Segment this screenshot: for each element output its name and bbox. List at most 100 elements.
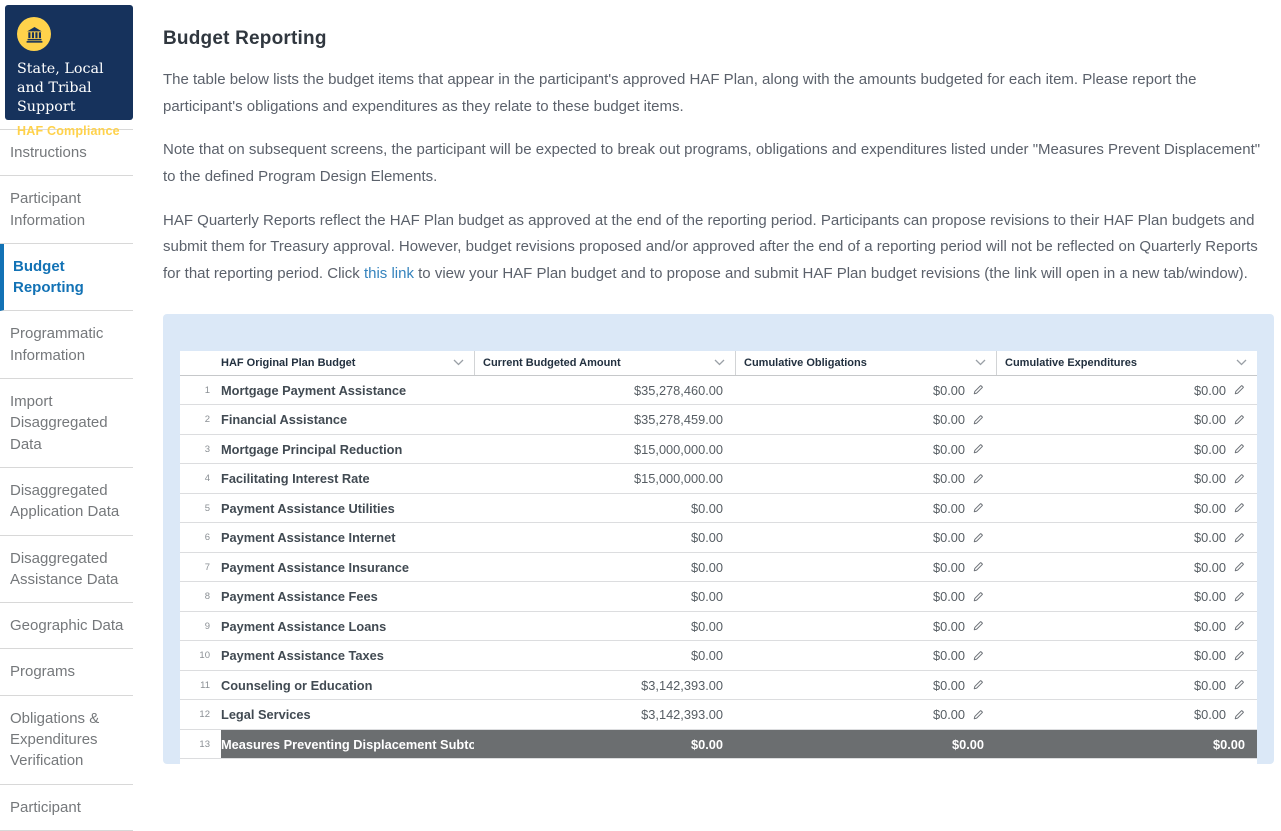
column-header-cumulative-obligations[interactable]: Cumulative Obligations [735,351,996,375]
main-content: Budget Reporting The table below lists t… [133,0,1281,743]
sidebar-item-programs[interactable]: Programs [0,649,133,695]
edit-icon[interactable] [1233,532,1245,544]
sidebar-item-label: Import Disaggregated Data [10,393,108,453]
edit-icon[interactable] [1233,709,1245,721]
table-row: 8 Payment Assistance Fees $0.00 $0.00 $0… [180,582,1257,612]
sidebar-item-budget-reporting[interactable]: Budget Reporting [0,244,133,312]
sidebar-item-label: Obligations & Expenditures Verification [10,710,99,770]
sidebar-item-geographic-data[interactable]: Geographic Data [0,603,133,649]
edit-icon[interactable] [972,532,984,544]
row-number: 10 [180,641,221,670]
sidebar-item-participant[interactable]: Participant [0,785,133,831]
budget-item-name: Facilitating Interest Rate [221,464,474,493]
sidebar-item-programmatic-information[interactable]: Programmatic Information [0,311,133,379]
row-number: 11 [180,671,221,700]
cumulative-expenditures-value: $0.00 [1194,501,1226,516]
edit-icon[interactable] [972,502,984,514]
cumulative-obligations-cell: $0.00 [735,523,996,552]
cumulative-obligations-value: $0.00 [933,442,965,457]
chevron-down-icon[interactable] [1236,359,1247,366]
cumulative-expenditures-value: $0.00 [1194,678,1226,693]
cumulative-expenditures-value: $0.00 [1194,412,1226,427]
table-row: 9 Payment Assistance Loans $0.00 $0.00 $… [180,612,1257,642]
app-name: HAF Compliance [17,124,123,138]
edit-icon[interactable] [1233,443,1245,455]
edit-icon[interactable] [972,414,984,426]
cumulative-expenditures-cell: $0.00 [996,376,1257,405]
edit-icon[interactable] [972,650,984,662]
table-row: 10 Payment Assistance Taxes $0.00 $0.00 … [180,641,1257,671]
edit-icon[interactable] [972,709,984,721]
cumulative-expenditures-value: $0.00 [1194,383,1226,398]
cumulative-obligations-value: $0.00 [933,707,965,722]
edit-icon[interactable] [972,679,984,691]
current-budgeted-amount: $0.00 [474,612,735,641]
cumulative-obligations-cell: $0.00 [735,553,996,582]
sidebar-item-obligations-expenditures-verification[interactable]: Obligations & Expenditures Verification [0,696,133,785]
cumulative-obligations-cell: $0.00 [735,376,996,405]
row-number: 9 [180,612,221,641]
column-header-cumulative-expenditures[interactable]: Cumulative Expenditures [996,351,1257,375]
cumulative-obligations-cell: $0.00 [735,612,996,641]
edit-icon[interactable] [972,561,984,573]
cumulative-expenditures-cell: $0.00 [996,553,1257,582]
current-budgeted-amount: $0.00 [474,553,735,582]
cumulative-expenditures-value: $0.00 [1194,707,1226,722]
edit-icon[interactable] [972,443,984,455]
current-budgeted-amount: $3,142,393.00 [474,671,735,700]
edit-icon[interactable] [1233,561,1245,573]
column-header-haf-original-plan-budget[interactable]: HAF Original Plan Budget [180,351,474,375]
edit-icon[interactable] [1233,679,1245,691]
budget-item-name: Legal Services [221,700,474,729]
sidebar-item-label: Geographic Data [10,617,123,634]
edit-icon[interactable] [972,384,984,396]
chevron-down-icon[interactable] [714,359,725,366]
cumulative-obligations-value: $0.00 [933,383,965,398]
row-number: 2 [180,405,221,434]
edit-icon[interactable] [972,473,984,485]
budget-item-name: Payment Assistance Fees [221,582,474,611]
sidebar-item-disaggregated-application-data[interactable]: Disaggregated Application Data [0,468,133,536]
table-header-row: HAF Original Plan Budget Current Budgete… [180,351,1257,376]
current-budgeted-amount: $0.00 [474,730,735,759]
edit-icon[interactable] [1233,384,1245,396]
current-budgeted-amount: $35,278,459.00 [474,405,735,434]
cumulative-obligations-value: $0.00 [933,412,965,427]
current-budgeted-amount: $0.00 [474,582,735,611]
budget-table: HAF Original Plan Budget Current Budgete… [180,351,1257,764]
sidebar-item-participant-information[interactable]: Participant Information [0,176,133,244]
current-budgeted-amount: $3,142,393.00 [474,700,735,729]
edit-icon[interactable] [972,620,984,632]
current-budgeted-amount: $35,278,460.00 [474,376,735,405]
row-number: 1 [180,376,221,405]
chevron-down-icon[interactable] [453,359,464,366]
row-number: 3 [180,435,221,464]
edit-icon[interactable] [1233,502,1245,514]
cumulative-expenditures-cell: $0.00 [996,700,1257,729]
cumulative-obligations-value: $0.00 [933,678,965,693]
column-header-current-budgeted-amount[interactable]: Current Budgeted Amount [474,351,735,375]
cumulative-expenditures-cell: $0.00 [996,405,1257,434]
row-number: 7 [180,553,221,582]
budget-item-name: Payment Assistance Utilities [221,494,474,523]
edit-icon[interactable] [1233,650,1245,662]
edit-icon[interactable] [1233,414,1245,426]
chevron-down-icon[interactable] [975,359,986,366]
edit-icon[interactable] [1233,620,1245,632]
cumulative-expenditures-value: $0.00 [1194,442,1226,457]
table-row: 13 Measures Preventing Displacement Subt… [180,730,1257,760]
current-budgeted-amount: $0.00 [474,494,735,523]
budget-item-name: Payment Assistance Internet [221,523,474,552]
edit-icon[interactable] [1233,473,1245,485]
edit-icon[interactable] [972,591,984,603]
sidebar-item-disaggregated-assistance-data[interactable]: Disaggregated Assistance Data [0,536,133,604]
cumulative-expenditures-cell: $0.00 [996,435,1257,464]
haf-plan-budget-link[interactable]: this link [364,265,414,282]
sidebar-item-import-disaggregated-data[interactable]: Import Disaggregated Data [0,379,133,468]
budget-item-name: Payment Assistance Loans [221,612,474,641]
cumulative-obligations-cell: $0.00 [735,641,996,670]
sidebar-item-label: Programmatic Information [10,325,103,363]
edit-icon[interactable] [1233,591,1245,603]
cumulative-obligations-value: $0.00 [933,648,965,663]
sidebar-item-label: Participant Information [10,190,85,228]
